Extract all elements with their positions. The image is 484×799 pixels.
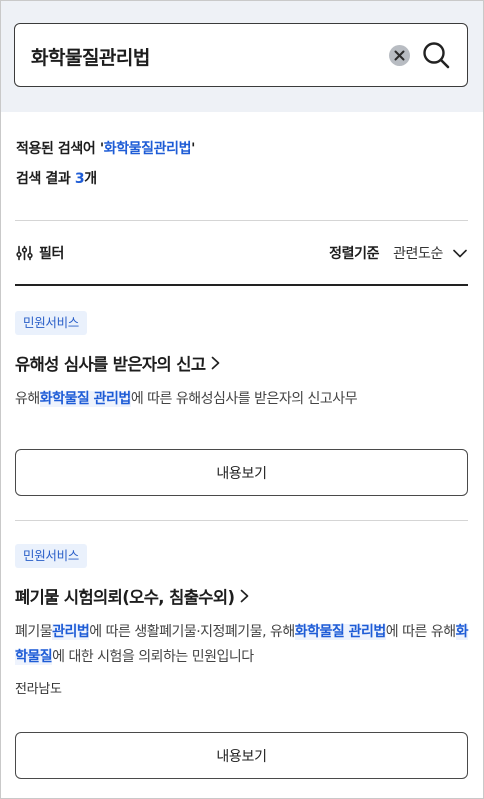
result-count: 검색 결과 3개 xyxy=(16,169,195,199)
divider xyxy=(15,520,468,521)
close-icon xyxy=(394,50,405,61)
chevron-right-icon xyxy=(241,589,249,603)
search-button[interactable] xyxy=(421,40,451,70)
result-count-prefix: 검색 결과 xyxy=(16,171,75,187)
result-title[interactable]: 유해성 심사를 받은자의 신고 xyxy=(15,351,206,375)
result-card: 민원서비스 유해성 심사를 받은자의 신고 유해화학물질 관리법에 따른 유해성… xyxy=(15,311,468,497)
desc-text: 에 대한 시험을 의뢰하는 민원입니다 xyxy=(52,649,254,665)
view-details-button[interactable]: 내용보기 xyxy=(15,449,468,496)
desc-text: 에 따른 생활폐기물·지정폐기물, 유해 xyxy=(89,624,295,640)
category-badge: 민원서비스 xyxy=(15,544,88,568)
desc-highlight: 화학물질 관리법 xyxy=(39,391,131,407)
applied-term-suffix: ' xyxy=(191,141,195,157)
result-count-value: 3 xyxy=(74,171,85,187)
search-icon xyxy=(423,42,450,69)
view-details-button[interactable]: 내용보기 xyxy=(15,732,468,779)
search-summary: 적용된 검색어 '화학물질관리법' 검색 결과 3개 xyxy=(16,139,195,199)
chevron-right-icon xyxy=(212,356,220,370)
result-card: 민원서비스 폐기물 시험의뢰(오수, 침출수외) 폐기물관리법에 따른 생활폐기… xyxy=(15,544,468,780)
category-badge: 민원서비스 xyxy=(15,311,88,335)
result-title-link[interactable]: 유해성 심사를 받은자의 신고 xyxy=(15,351,468,375)
applied-search-term: 적용된 검색어 '화학물질관리법' xyxy=(16,139,195,169)
search-area: 화학물질관리법 xyxy=(1,1,483,112)
filter-label: 필터 xyxy=(39,246,64,262)
sort-dropdown[interactable]: 정렬기준 관련도순 xyxy=(329,242,467,264)
result-title-link[interactable]: 폐기물 시험의뢰(오수, 침출수외) xyxy=(15,584,468,608)
chevron-down-icon xyxy=(453,249,467,257)
desc-text: 에 따른 유해 xyxy=(385,624,456,640)
desc-highlight: 화학물질 관리법 xyxy=(294,624,386,640)
sort-value[interactable]: 관련도순 xyxy=(393,243,443,263)
result-title[interactable]: 폐기물 시험의뢰(오수, 침출수외) xyxy=(15,584,235,608)
desc-text: 에 따른 유해성심사를 받은자의 신고사무 xyxy=(130,391,358,407)
applied-term: 화학물질관리법 xyxy=(103,141,192,157)
filter-button[interactable]: 필터 xyxy=(16,242,64,264)
sort-label: 정렬기준 xyxy=(329,246,380,262)
desc-text: 유해 xyxy=(15,391,40,407)
region-label: 전라남도 xyxy=(15,682,62,697)
result-description: 폐기물관리법에 따른 생활폐기물·지정폐기물, 유해화학물질 관리법에 따른 유… xyxy=(15,620,468,670)
search-input-value[interactable]: 화학물질관리법 xyxy=(31,43,150,70)
desc-text: 폐기물 xyxy=(15,624,53,640)
list-top-divider xyxy=(15,284,468,286)
sliders-icon xyxy=(16,245,33,261)
divider xyxy=(15,220,468,221)
result-description: 유해화학물질 관리법에 따른 유해성심사를 받은자의 신고사무 xyxy=(15,387,468,412)
desc-highlight: 관리법 xyxy=(52,624,90,640)
search-results-page: 화학물질관리법 적용된 검색어 '화학물질관리법' 검색 결과 3개 필터 정렬… xyxy=(0,0,484,799)
search-input[interactable]: 화학물질관리법 xyxy=(14,23,468,87)
clear-search-button[interactable] xyxy=(389,45,410,66)
result-count-suffix: 개 xyxy=(84,171,97,187)
applied-term-prefix: 적용된 검색어 ' xyxy=(16,141,104,157)
